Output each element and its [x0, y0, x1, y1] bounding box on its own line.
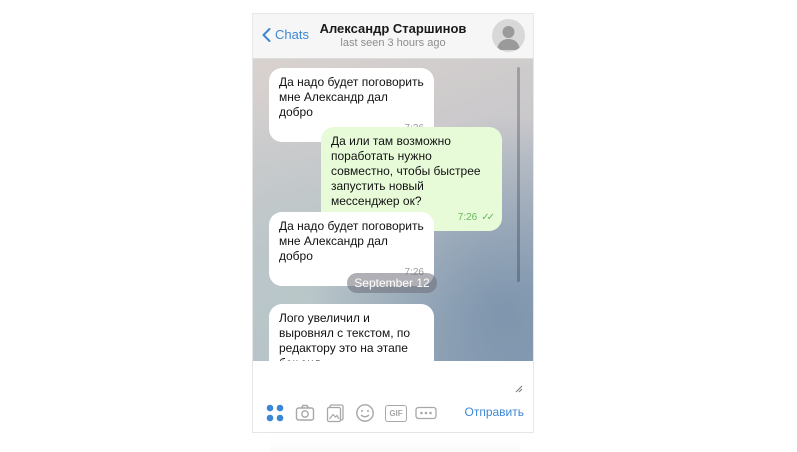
message-list[interactable]: Да надо будет поговорить мне Александр д…: [253, 59, 533, 361]
message-bubble[interactable]: Лого увеличил и выровнял с текстом, по р…: [269, 304, 434, 361]
avatar[interactable]: [492, 19, 525, 52]
message-time: 7:26: [457, 212, 478, 223]
user-icon: [497, 26, 520, 50]
message-input[interactable]: [253, 361, 533, 397]
page-footer: [270, 438, 520, 452]
resize-handle-icon[interactable]: [515, 385, 523, 393]
gif-button[interactable]: GIF: [385, 405, 407, 422]
send-button[interactable]: Отправить: [464, 405, 524, 419]
message-text: Лого увеличил и выровнял с текстом, по р…: [279, 311, 411, 361]
message-text: Да надо будет поговорить мне Александр д…: [279, 75, 424, 119]
date-separator: September 12: [347, 273, 437, 293]
message-text: Да надо будет поговорить мне Александр д…: [279, 219, 424, 263]
camera-icon[interactable]: [295, 403, 315, 423]
composer-toolbar: GIF Отправить: [253, 401, 533, 425]
scrollbar[interactable]: [517, 67, 520, 282]
back-button[interactable]: Chats: [262, 27, 309, 42]
apps-grid-icon[interactable]: [265, 403, 285, 423]
chevron-left-icon: [262, 27, 271, 42]
contact-status: last seen 3 hours ago: [340, 37, 446, 49]
read-ticks-icon: ✓✓: [481, 212, 495, 223]
more-options-icon[interactable]: [415, 403, 437, 423]
smiley-icon[interactable]: [355, 403, 375, 423]
chat-header: Chats Александр Старшинов last seen 3 ho…: [253, 14, 533, 59]
chat-window: Chats Александр Старшинов last seen 3 ho…: [252, 13, 534, 433]
message-text: Да или там возможно поработать нужно сов…: [331, 134, 481, 208]
contact-name[interactable]: Александр Старшинов: [303, 21, 483, 36]
photo-gallery-icon[interactable]: [326, 403, 346, 423]
composer: GIF Отправить: [253, 361, 533, 432]
gif-label: GIF: [389, 409, 403, 418]
